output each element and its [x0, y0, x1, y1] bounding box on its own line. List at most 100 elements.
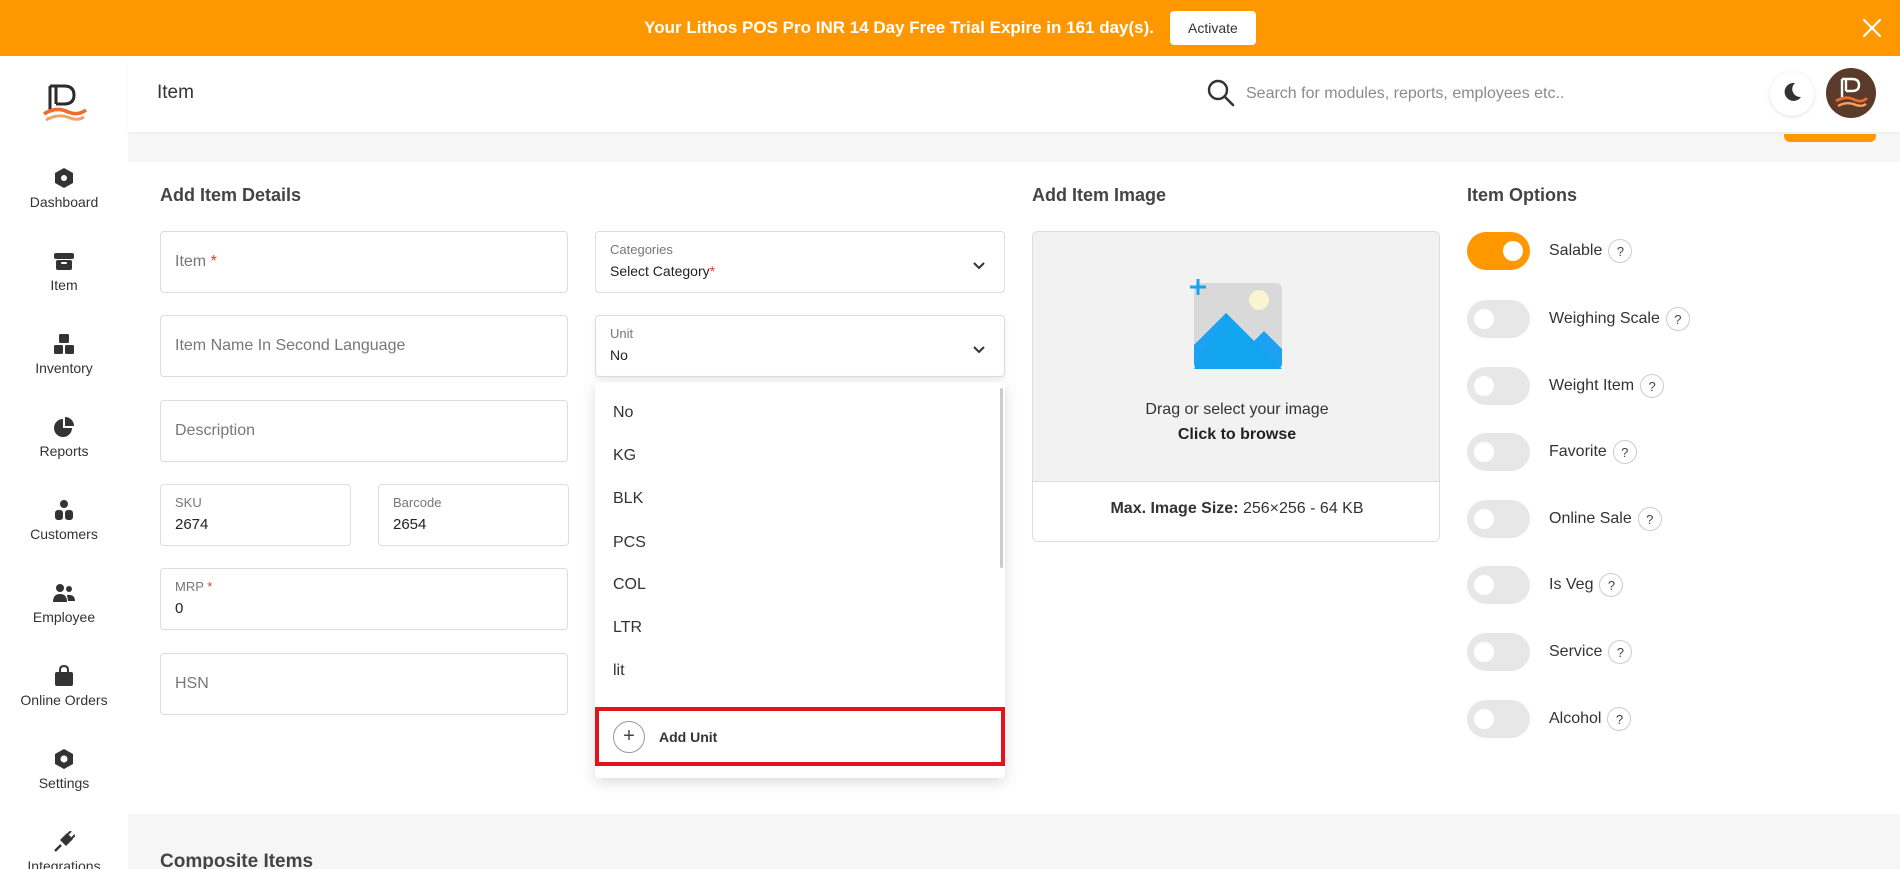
page-title: Item	[157, 82, 194, 103]
activate-button[interactable]: Activate	[1170, 11, 1256, 45]
second-language-placeholder: Item Name In Second Language	[175, 337, 406, 354]
help-icon[interactable]: ?	[1640, 374, 1665, 398]
online-sale-toggle[interactable]	[1467, 500, 1530, 538]
help-icon[interactable]: ?	[1665, 307, 1690, 331]
barcode-value: 2654	[393, 516, 427, 533]
sidebar-item-integrations[interactable]: Integrations	[0, 830, 128, 869]
dark-mode-toggle[interactable]	[1770, 72, 1814, 116]
settings-icon	[52, 747, 76, 771]
description-field[interactable]: Description	[160, 400, 568, 462]
unit-option[interactable]: KG	[595, 434, 995, 477]
categories-value: Select Category	[610, 263, 710, 279]
option-label: Weight Item	[1549, 377, 1635, 394]
description-placeholder: Description	[175, 422, 256, 439]
weight-item-toggle[interactable]	[1467, 367, 1530, 405]
sidebar-item-customers[interactable]: Customers	[0, 498, 128, 558]
dropdown-scrollbar[interactable]	[1000, 388, 1003, 568]
plug-icon	[52, 830, 76, 854]
avatar[interactable]	[1826, 68, 1876, 118]
trial-message: Your Lithos POS Pro INR 14 Day Free Tria…	[644, 18, 1155, 37]
unit-option[interactable]: BLK	[595, 477, 995, 520]
sidebar-item-label: Integrations	[27, 858, 101, 869]
chevron-down-icon	[972, 258, 986, 270]
max-image-size: Max. Image Size: 256×256 - 64 KB	[1033, 500, 1439, 518]
sidebar-item-label: Settings	[38, 775, 90, 791]
item-name-field[interactable]: Item *	[160, 231, 568, 293]
help-icon[interactable]: ?	[1608, 640, 1633, 664]
second-language-name-field[interactable]: Item Name In Second Language	[160, 315, 568, 377]
option-weighing-scale: Weighing Scale ?	[1467, 299, 1690, 339]
search-icon[interactable]	[1206, 78, 1236, 108]
sidebar-item-online-orders[interactable]: Online Orders	[0, 664, 128, 724]
lithos-logo[interactable]	[40, 80, 88, 128]
unit-option[interactable]: LTR	[595, 606, 995, 649]
image-upload-box[interactable]: Drag or select your image Click to brows…	[1032, 231, 1440, 542]
required-mark: *	[207, 579, 213, 594]
unit-select[interactable]: Unit No	[595, 315, 1005, 377]
sidebar-item-inventory[interactable]: Inventory	[0, 332, 128, 392]
option-label: Alcohol	[1549, 710, 1602, 727]
top-header: Item	[128, 56, 1900, 132]
add-item-image-title: Add Item Image	[1032, 185, 1167, 205]
customers-icon	[52, 498, 76, 522]
max-image-size-label: Max. Image Size:	[1110, 500, 1239, 517]
option-online-sale: Online Sale ?	[1467, 499, 1662, 539]
save-button-peek[interactable]	[1784, 134, 1876, 142]
option-label: Service	[1549, 643, 1603, 660]
sidebar-item-label: Reports	[39, 443, 89, 459]
plus-icon: +	[613, 720, 645, 753]
option-favorite: Favorite ?	[1467, 432, 1637, 472]
weighing-scale-toggle[interactable]	[1467, 300, 1530, 338]
shopping-bag-icon	[52, 664, 76, 688]
categories-select[interactable]: Categories Select Category*	[595, 231, 1005, 293]
sidebar-item-label: Dashboard	[29, 194, 99, 210]
alcohol-toggle[interactable]	[1467, 700, 1530, 738]
mrp-field[interactable]: MRP * 0	[160, 568, 568, 630]
search-input[interactable]	[1246, 76, 1666, 112]
moon-icon	[1781, 81, 1803, 108]
required-mark: *	[210, 253, 217, 270]
composite-items-title: Composite Items	[160, 851, 314, 869]
close-icon[interactable]	[1858, 14, 1886, 42]
browse-link[interactable]: Click to browse	[1033, 426, 1439, 444]
pie-chart-icon	[52, 415, 76, 439]
sidebar-item-employee[interactable]: Employee	[0, 581, 128, 641]
service-toggle[interactable]	[1467, 633, 1530, 671]
help-icon[interactable]: ?	[1599, 573, 1624, 597]
help-icon[interactable]: ?	[1608, 239, 1633, 263]
item-box-icon	[52, 249, 76, 273]
unit-option[interactable]: No	[595, 391, 995, 434]
help-icon[interactable]: ?	[1637, 507, 1662, 531]
hsn-field[interactable]: HSN	[160, 653, 568, 715]
unit-option[interactable]: PCS	[595, 521, 995, 564]
add-item-details-title: Add Item Details	[160, 185, 302, 205]
unit-label: Unit	[610, 326, 634, 341]
dashboard-icon	[52, 166, 76, 190]
option-weight-item: Weight Item ?	[1467, 366, 1665, 406]
trial-banner: Your Lithos POS Pro INR 14 Day Free Tria…	[0, 0, 1900, 56]
sidebar-item-label: Item	[50, 277, 78, 293]
help-icon[interactable]: ?	[1607, 707, 1632, 731]
sku-field[interactable]: SKU 2674	[160, 484, 351, 546]
image-placeholder-icon	[1190, 279, 1284, 369]
sidebar-item-label: Employee	[32, 609, 96, 625]
inventory-icon	[52, 332, 76, 356]
add-unit-button[interactable]: + Add Unit	[595, 707, 1005, 766]
unit-option[interactable]: lit	[595, 649, 995, 692]
sidebar-item-dashboard[interactable]: Dashboard	[0, 166, 128, 226]
favorite-toggle[interactable]	[1467, 433, 1530, 471]
sidebar-item-item[interactable]: Item	[0, 249, 128, 309]
item-name-placeholder: Item	[175, 253, 207, 270]
unit-option[interactable]: COL	[595, 563, 995, 606]
salable-toggle[interactable]	[1467, 232, 1530, 270]
barcode-field[interactable]: Barcode 2654	[378, 484, 569, 546]
option-is-veg: Is Veg ?	[1467, 565, 1624, 605]
sidebar-item-settings[interactable]: Settings	[0, 747, 128, 807]
sidebar: Dashboard Item Inventory Reports Custome…	[0, 56, 128, 869]
option-label: Favorite	[1549, 443, 1607, 460]
sidebar-item-reports[interactable]: Reports	[0, 415, 128, 475]
is-veg-toggle[interactable]	[1467, 566, 1530, 604]
sku-label: SKU	[175, 495, 202, 510]
help-icon[interactable]: ?	[1612, 440, 1637, 464]
sku-value: 2674	[175, 516, 209, 533]
